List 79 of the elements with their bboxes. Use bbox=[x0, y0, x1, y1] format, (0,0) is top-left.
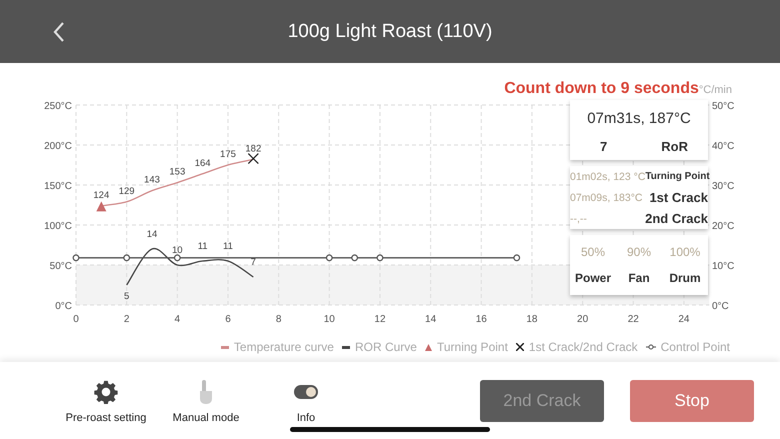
control-point bbox=[326, 254, 333, 262]
cross-icon bbox=[516, 343, 524, 351]
axis-label: 40°C bbox=[712, 141, 734, 152]
control-point-icon bbox=[646, 344, 656, 350]
setting-value: 90% bbox=[626, 245, 652, 259]
data-label: 11 bbox=[198, 241, 208, 252]
axis-label: 200°C bbox=[44, 141, 72, 152]
data-label: 5 bbox=[124, 291, 130, 302]
axis-label: 2 bbox=[124, 314, 130, 325]
control-point bbox=[72, 254, 80, 262]
axis-unit: °C/min bbox=[698, 84, 732, 96]
pointing-hand-icon bbox=[197, 378, 215, 406]
axis-label: 8 bbox=[276, 314, 282, 325]
event-label: 2nd Crack bbox=[645, 211, 708, 226]
axis-label: 250°C bbox=[44, 101, 72, 112]
axis-label: 150°C bbox=[44, 181, 72, 192]
countdown-text: Count down to 9 seconds bbox=[504, 80, 699, 98]
control-point bbox=[174, 254, 181, 262]
setting-label: Drum bbox=[668, 271, 702, 285]
axis-label: 24 bbox=[678, 314, 690, 325]
legend-item: Control Point bbox=[646, 340, 730, 354]
axis-label: 50°C bbox=[50, 261, 72, 272]
axis-label: 6 bbox=[225, 314, 231, 325]
event-label: Turning Point bbox=[645, 171, 710, 182]
axis-label: 20°C bbox=[712, 221, 734, 232]
current-time-temp: 07m31s, 187°C bbox=[586, 109, 692, 129]
axis-label: 4 bbox=[174, 314, 180, 325]
axis-label: 20 bbox=[577, 314, 588, 325]
control-point bbox=[513, 254, 520, 262]
setting-value: 50% bbox=[580, 245, 606, 259]
setting-label: Fan bbox=[627, 271, 651, 285]
event-value: 07m09s, 183°C bbox=[570, 192, 642, 204]
axis-label: 16 bbox=[476, 314, 487, 325]
setting-label: Power bbox=[574, 271, 612, 285]
triangle-icon bbox=[424, 344, 432, 350]
toolbar-button[interactable]: Info bbox=[256, 378, 356, 424]
axis-label: 30°C bbox=[712, 181, 734, 192]
data-label: 164 bbox=[194, 158, 211, 169]
control-point bbox=[123, 254, 130, 262]
event-label: 1st Crack bbox=[649, 190, 708, 205]
back-icon[interactable] bbox=[52, 21, 66, 43]
page-title: 100g Light Roast (110V) bbox=[288, 20, 492, 42]
legend-item: 1st Crack/2nd Crack bbox=[516, 340, 638, 354]
control-point bbox=[376, 254, 384, 262]
gear-icon bbox=[94, 380, 118, 404]
data-label: 124 bbox=[93, 190, 110, 201]
data-label: 153 bbox=[169, 166, 186, 178]
data-label: 14 bbox=[146, 229, 158, 240]
axis-label: 0°C bbox=[55, 301, 72, 312]
ror-label: RoR bbox=[661, 139, 688, 154]
axis-label: 10 bbox=[324, 314, 335, 325]
ror-value: 7 bbox=[600, 139, 608, 154]
axis-label: 14 bbox=[425, 314, 436, 325]
axis-label: 50°C bbox=[712, 101, 734, 112]
toolbar-button[interactable]: Pre-roast setting bbox=[56, 378, 156, 424]
turning-point-marker bbox=[96, 201, 106, 212]
axis-label: 10°C bbox=[712, 261, 734, 272]
data-label: 143 bbox=[144, 174, 160, 186]
axis-label: 0 bbox=[73, 314, 79, 325]
setting-value: 100% bbox=[668, 245, 702, 259]
data-label: 10 bbox=[172, 245, 183, 256]
legend-item: ROR Curve bbox=[342, 340, 417, 354]
data-label: 182 bbox=[245, 143, 262, 154]
legend-item: Temperature curve bbox=[220, 340, 334, 354]
axis-label: 18 bbox=[526, 314, 538, 325]
data-label: 129 bbox=[118, 186, 135, 197]
axis-label: 22 bbox=[628, 314, 639, 325]
legend-item: Turning Point bbox=[424, 340, 508, 354]
axis-label: 100°C bbox=[44, 221, 72, 232]
data-label: 11 bbox=[223, 241, 233, 252]
toggle-switch[interactable] bbox=[294, 384, 318, 398]
data-label: 175 bbox=[220, 149, 236, 160]
control-point bbox=[351, 254, 358, 262]
axis-label: 0°C bbox=[712, 301, 729, 312]
data-label: 7 bbox=[250, 257, 256, 268]
event-value: --,-- bbox=[570, 212, 587, 224]
event-value: 01m02s, 123 °C bbox=[570, 170, 646, 182]
crack-marker bbox=[248, 153, 259, 164]
axis-label: 12 bbox=[374, 314, 386, 325]
